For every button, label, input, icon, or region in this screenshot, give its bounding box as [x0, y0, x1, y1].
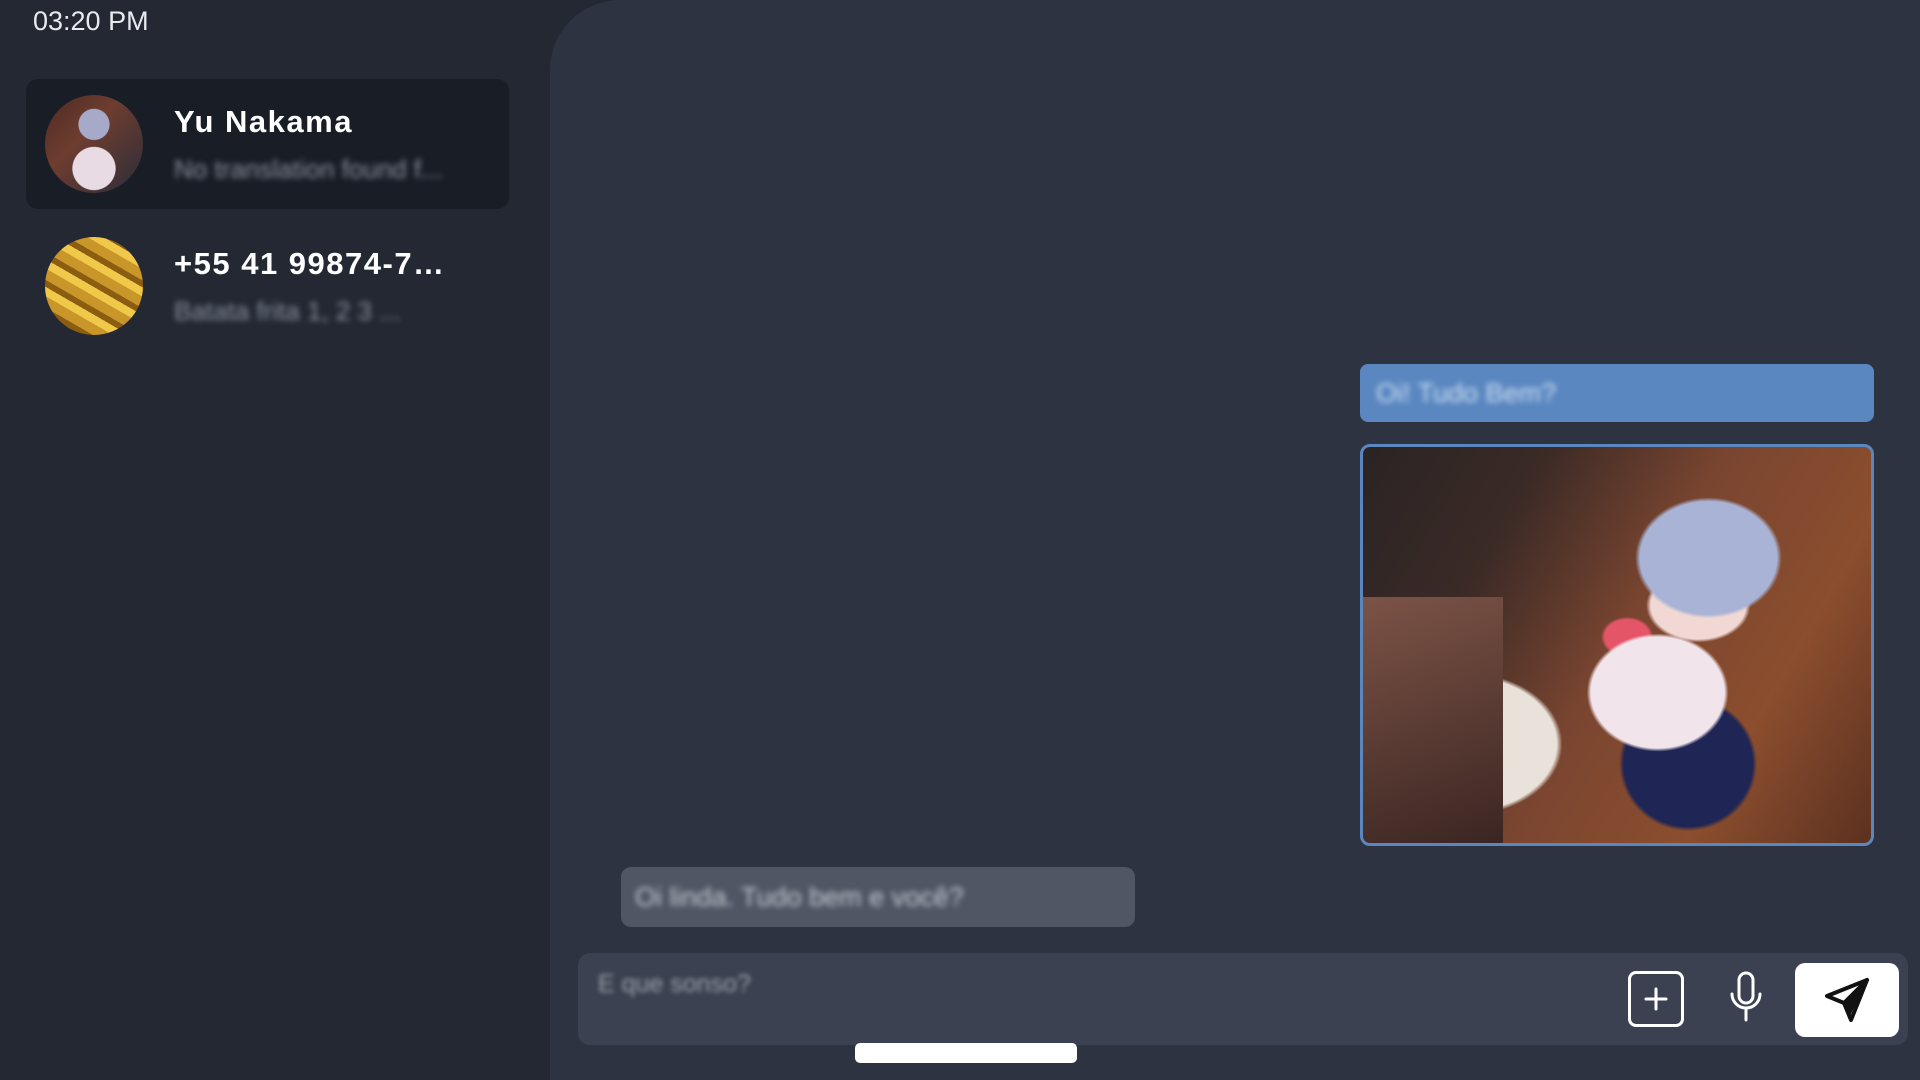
message-text: Oi linda. Tudo bem e você?: [635, 881, 964, 912]
contact-item-phone-number[interactable]: +55 41 99874-7… Batata frita 1, 2 3 ...: [26, 221, 509, 351]
message-text: Oi! Tudo Bem?: [1376, 377, 1557, 408]
contact-name: Yu Nakama: [174, 103, 353, 139]
contact-name: +55 41 99874-7…: [174, 245, 446, 281]
message-composer: [578, 953, 1908, 1045]
contact-avatar: [45, 95, 143, 193]
send-button[interactable]: [1795, 963, 1899, 1037]
microphone-icon: [1730, 971, 1762, 1022]
add-attachment-button[interactable]: [1628, 971, 1684, 1027]
contact-item-yu-nakama[interactable]: Yu Nakama No translation found f...: [26, 79, 509, 209]
message-input[interactable]: [596, 963, 1610, 1005]
contact-last-message: Batata frita 1, 2 3 ...: [174, 295, 401, 326]
sent-image-message[interactable]: [1360, 444, 1874, 846]
received-message-bubble[interactable]: Oi linda. Tudo bem e você?: [621, 867, 1135, 927]
send-icon: [1825, 978, 1869, 1022]
image-content: [1363, 597, 1503, 843]
sent-message-bubble[interactable]: Oi! Tudo Bem?: [1360, 364, 1874, 422]
contacts-sidebar: Yu Nakama No translation found f... +55 …: [0, 0, 550, 1080]
home-indicator[interactable]: [855, 1043, 1077, 1063]
microphone-button[interactable]: [1724, 967, 1768, 1029]
plus-icon: [1644, 987, 1668, 1011]
contact-last-message: No translation found f...: [174, 153, 443, 184]
contact-avatar: [45, 237, 143, 335]
